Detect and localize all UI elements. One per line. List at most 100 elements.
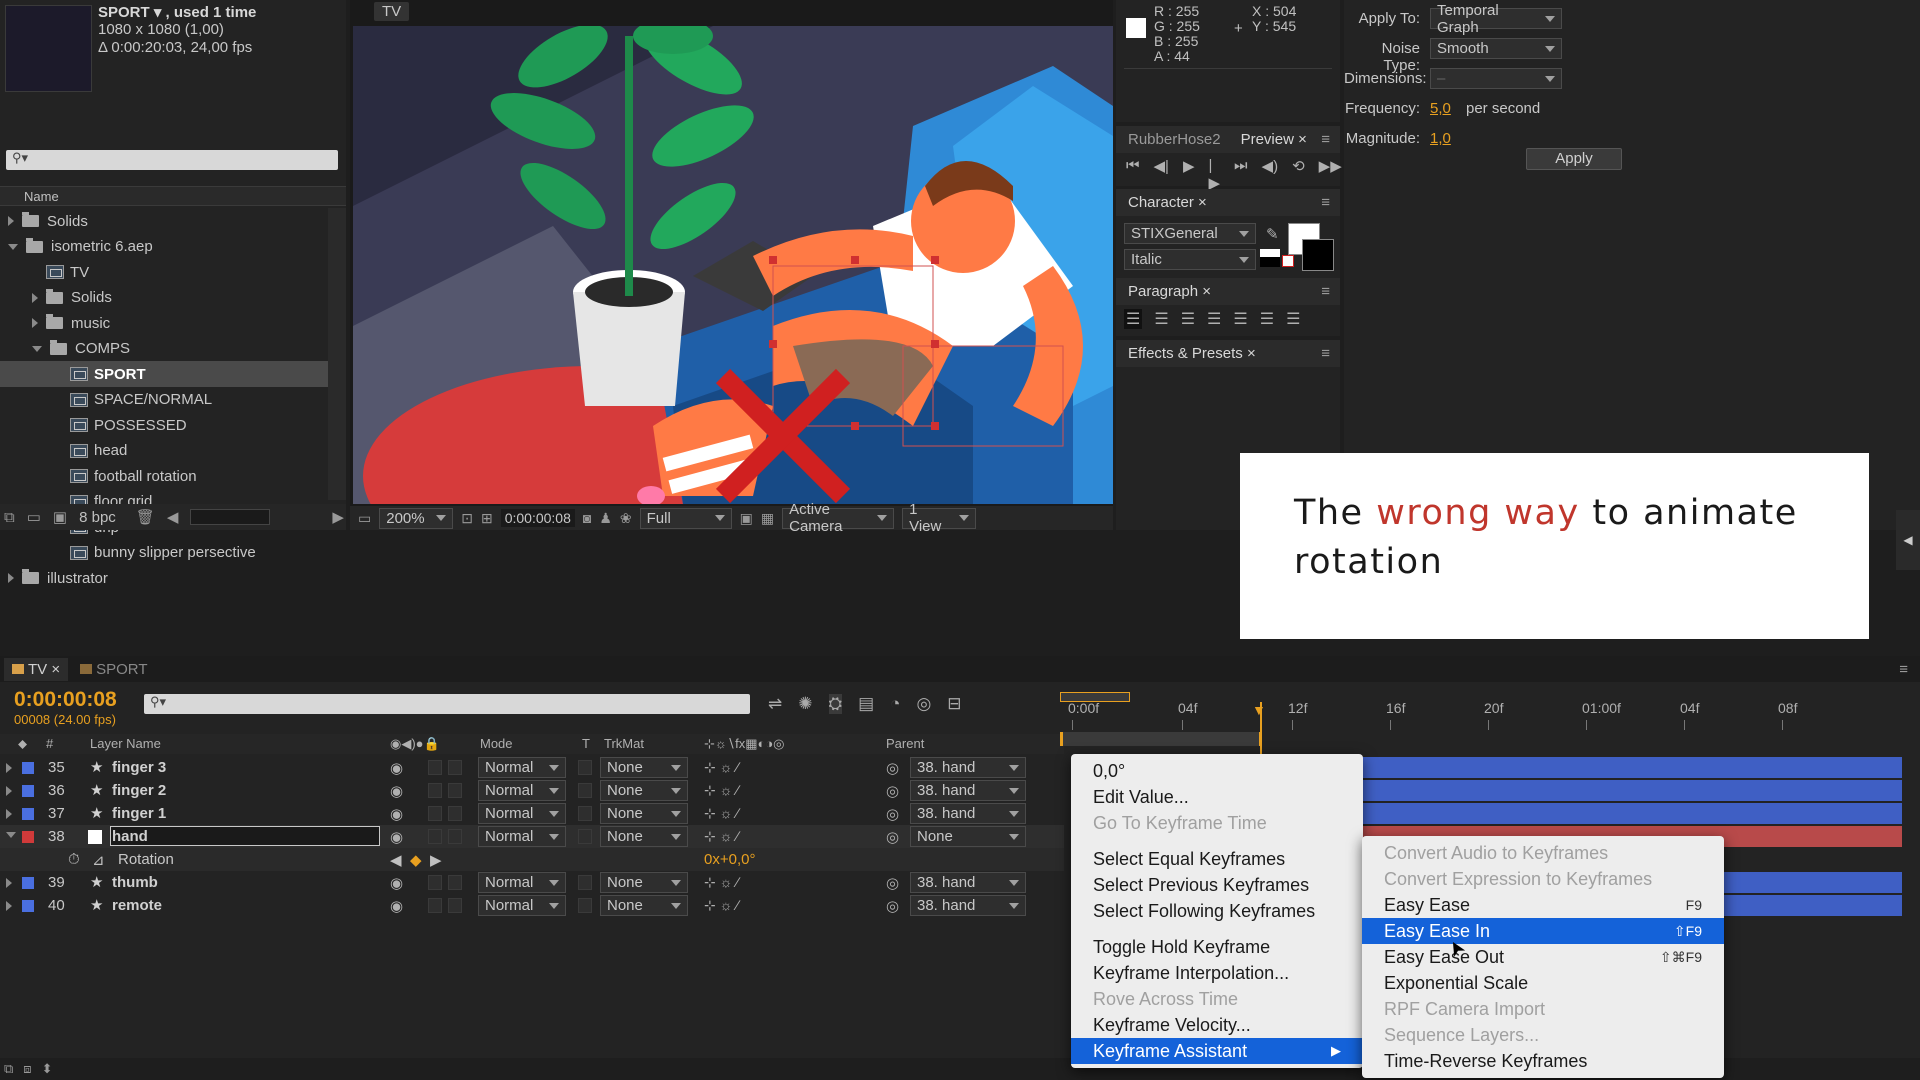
channel-icon[interactable]: ❀: [620, 510, 632, 527]
project-item[interactable]: SPORT: [0, 361, 328, 387]
visibility-eye-icon[interactable]: ◉: [390, 828, 403, 846]
justify-right-icon[interactable]: ☰: [1260, 309, 1274, 329]
toggle-modes-icon[interactable]: ⧈: [23, 1061, 31, 1077]
layer-duration-bar[interactable]: [1362, 757, 1902, 778]
visibility-eye-icon[interactable]: ◉: [390, 805, 403, 823]
align-center-icon[interactable]: ☰: [1154, 309, 1168, 329]
timeline-search-input[interactable]: ⚲▾: [144, 694, 750, 714]
menu-item[interactable]: Easy Ease In ⇧F9: [1362, 918, 1724, 944]
play-icon[interactable]: ▶: [1183, 157, 1195, 192]
next-keyframe-icon[interactable]: ▶: [430, 851, 442, 869]
snapshot-icon[interactable]: ◙: [583, 510, 591, 526]
playhead-handle-icon[interactable]: ▼: [1252, 702, 1266, 718]
bpc-label[interactable]: 8 bpc: [79, 509, 116, 526]
visibility-eye-icon[interactable]: ◉: [390, 874, 403, 892]
project-item[interactable]: music: [0, 310, 328, 336]
dimensions-select[interactable]: –: [1430, 68, 1562, 89]
layer-parent-select[interactable]: 38. hand: [910, 757, 1026, 778]
justify-left-icon[interactable]: ☰: [1207, 309, 1221, 329]
lock-box[interactable]: [448, 898, 462, 913]
interpret-footage-icon[interactable]: ⧉: [4, 509, 15, 526]
project-item[interactable]: bunny slipper persective: [0, 540, 328, 566]
frequency-value[interactable]: 5,0: [1430, 100, 1451, 117]
tab-effects[interactable]: Effects & Presets ×: [1128, 345, 1256, 362]
visibility-eye-icon[interactable]: ◉: [390, 759, 403, 777]
solo-box[interactable]: [428, 783, 442, 798]
apply-button[interactable]: Apply: [1526, 148, 1622, 170]
preserve-transparency-box[interactable]: [578, 806, 592, 821]
brainstorm-icon[interactable]: ⊟: [947, 694, 961, 714]
solo-box[interactable]: [428, 898, 442, 913]
lock-box[interactable]: [448, 760, 462, 775]
collapsed-arrow-icon[interactable]: [32, 318, 38, 328]
layer-parent-select[interactable]: 38. hand: [910, 895, 1026, 916]
parent-column-label[interactable]: Parent: [886, 736, 924, 751]
scroll-right-icon[interactable]: ▶: [332, 508, 344, 526]
menu-item[interactable]: 0,0°: [1071, 758, 1363, 784]
layer-name[interactable]: finger 3: [112, 759, 166, 776]
effects-menu-icon[interactable]: ≡: [1321, 345, 1330, 362]
toggle-in-out-icon[interactable]: ⬍: [42, 1061, 53, 1077]
collapsed-arrow-icon[interactable]: [8, 573, 14, 583]
preserve-transparency-box[interactable]: [578, 898, 592, 913]
noise-type-select[interactable]: Smooth: [1430, 38, 1562, 59]
layer-label-color[interactable]: [22, 762, 34, 774]
parent-pickwhip-icon[interactable]: ◎: [886, 782, 899, 800]
tab-sport[interactable]: SPORT: [68, 658, 159, 681]
first-frame-icon[interactable]: ⏮: [1126, 157, 1140, 192]
panel-menu-icon[interactable]: ≡: [1321, 131, 1330, 148]
solo-box[interactable]: [428, 875, 442, 890]
preserve-transparency-box[interactable]: [578, 875, 592, 890]
project-item[interactable]: football rotation: [0, 463, 328, 489]
justify-center-icon[interactable]: ☰: [1233, 309, 1247, 329]
audio-icon[interactable]: ◀): [1262, 157, 1279, 192]
graph-editor-icon[interactable]: ◎: [916, 694, 931, 714]
layer-duration-bar[interactable]: [1362, 780, 1902, 801]
expanded-arrow-icon[interactable]: [8, 243, 18, 250]
project-item[interactable]: COMPS: [0, 336, 328, 362]
t-column-label[interactable]: T: [582, 736, 590, 751]
menu-item[interactable]: Keyframe Assistant ▶: [1071, 1038, 1363, 1064]
loop-icon[interactable]: ⟲: [1292, 157, 1305, 192]
region-of-interest-icon[interactable]: ▣: [740, 510, 753, 527]
menu-item[interactable]: Easy Ease F9: [1362, 892, 1724, 918]
num-column-label[interactable]: #: [46, 736, 53, 751]
layer-row[interactable]: 35 ★ finger 3 ◉ Normal None ⊹ ☼ ∕ ◎ 38. hand: [0, 756, 1064, 779]
layer-name[interactable]: hand: [112, 828, 148, 845]
switches-column-icon[interactable]: ⊹☼∖fx▦◐◑◎: [704, 736, 785, 752]
next-frame-icon[interactable]: |▶: [1209, 157, 1221, 192]
preserve-transparency-box[interactable]: [578, 760, 592, 775]
layer-name-field[interactable]: [110, 826, 380, 846]
rotation-property-row[interactable]: ⏱ ⊿ Rotation ◀ ◆ ▶ 0x+0,0°: [0, 848, 1064, 871]
timeline-menu-icon[interactable]: ≡: [1899, 661, 1908, 678]
layer-parent-select[interactable]: 38. hand: [910, 780, 1026, 801]
solo-box[interactable]: [428, 806, 442, 821]
layer-label-color[interactable]: [22, 900, 34, 912]
layer-expand-icon[interactable]: [6, 809, 12, 819]
font-family-select[interactable]: STIXGeneral: [1124, 223, 1256, 244]
draft-3d-icon[interactable]: ✺: [798, 694, 812, 714]
visibility-eye-icon[interactable]: ◉: [390, 897, 403, 915]
layer-switches-icon[interactable]: ⊹ ☼ ∕: [704, 828, 739, 845]
project-search-input[interactable]: ⚲▾: [6, 150, 338, 170]
layer-trkmat-select[interactable]: None: [600, 780, 688, 801]
layer-expand-icon[interactable]: [6, 763, 12, 773]
camera-select[interactable]: Active Camera: [782, 501, 895, 535]
av-switches-icon[interactable]: ◉◀)●🔒: [390, 736, 440, 752]
lock-box[interactable]: [448, 806, 462, 821]
views-select[interactable]: 1 View: [902, 501, 977, 535]
viewer-tab-label[interactable]: TV: [374, 2, 410, 21]
rotation-value[interactable]: 0x+0,0°: [704, 851, 755, 868]
project-item[interactable]: isometric 6.aep: [0, 234, 328, 260]
prev-frame-icon[interactable]: ◀|: [1154, 157, 1169, 192]
layer-parent-select[interactable]: 38. hand: [910, 803, 1026, 824]
layer-mode-select[interactable]: Normal: [478, 757, 566, 778]
layer-row[interactable]: 37 ★ finger 1 ◉ Normal None ⊹ ☼ ∕ ◎ 38. hand: [0, 802, 1064, 825]
trkmat-column-label[interactable]: TrkMat: [604, 736, 644, 751]
tab-rubberhose[interactable]: RubberHose2: [1128, 131, 1221, 148]
no-color-swatch[interactable]: [1282, 255, 1294, 267]
menu-item[interactable]: Toggle Hold Keyframe: [1071, 934, 1363, 960]
parent-pickwhip-icon[interactable]: ◎: [886, 897, 899, 915]
layer-mode-select[interactable]: Normal: [478, 780, 566, 801]
layer-name[interactable]: finger 1: [112, 805, 166, 822]
